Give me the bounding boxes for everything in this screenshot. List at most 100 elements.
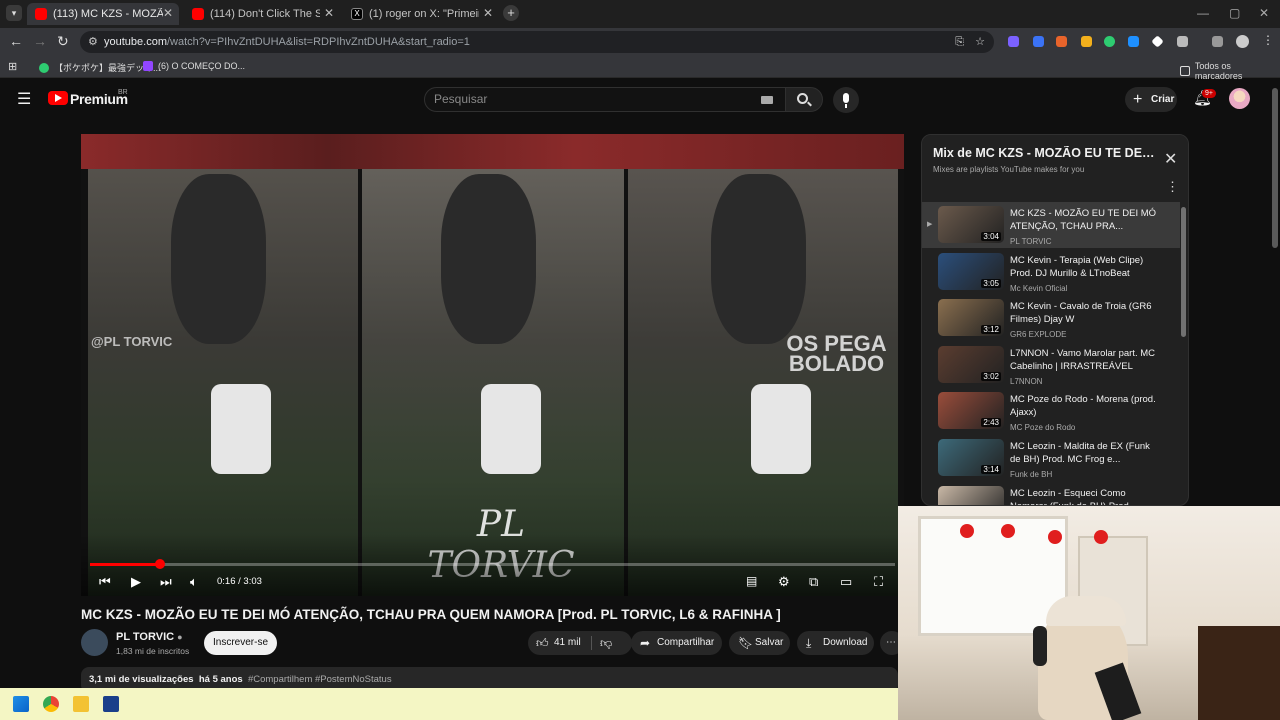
bookmark-star-icon[interactable]: ☆ bbox=[975, 31, 985, 53]
minimize-icon[interactable]: — bbox=[1197, 6, 1209, 20]
youtube-logo-icon[interactable] bbox=[48, 91, 68, 105]
playlist-scrollbar[interactable] bbox=[1181, 207, 1186, 337]
back-icon[interactable]: ← bbox=[9, 33, 23, 49]
settings-gear-icon[interactable]: ⚙ bbox=[778, 574, 790, 590]
fullscreen-icon[interactable]: ⛶ bbox=[874, 574, 883, 590]
playlist-item-title[interactable]: MC Poze do Rodo - Morena (prod. Ajaxx) bbox=[1010, 393, 1160, 419]
playlist-item-title[interactable]: MC Kevin - Cavalo de Troia (GR6 Filmes) … bbox=[1010, 300, 1160, 326]
extension-icon[interactable] bbox=[1056, 36, 1067, 47]
video-player[interactable]: @PL TORVIC OS PEGA BOLADO PL TORVIC ⏮ ▶ … bbox=[81, 134, 904, 596]
theater-mode-icon[interactable]: ▭ bbox=[840, 574, 852, 590]
windows-taskbar bbox=[0, 688, 898, 720]
like-count[interactable]: 41 mil bbox=[554, 637, 581, 648]
volume-icon[interactable]: 🔈︎ bbox=[190, 574, 198, 590]
extensions-puzzle-icon[interactable] bbox=[1177, 36, 1188, 47]
progress-scrubber[interactable] bbox=[155, 559, 166, 569]
chrome-menu-icon[interactable]: ⋮ bbox=[1262, 33, 1274, 47]
address-bar[interactable]: ⚙ youtube.com/watch?v=PIhvZntDUHA&list=R… bbox=[80, 31, 994, 53]
playlist-item-title[interactable]: MC KZS - MOZÃO EU TE DEI MÓ ATENÇÃO, TCH… bbox=[1010, 207, 1160, 233]
youtube-header: ☰ Premium BR Pesquisar + Criar 🔔︎ 9+ bbox=[0, 78, 1270, 120]
like-icon[interactable]: 👍︎ bbox=[536, 631, 549, 655]
duration-badge: 2:43 bbox=[981, 418, 1001, 428]
browser-tab[interactable]: (114) Don't Click The Sound ✕ bbox=[184, 3, 340, 25]
install-app-icon[interactable]: ⎘ bbox=[955, 31, 964, 53]
maximize-icon[interactable]: ▢ bbox=[1229, 6, 1240, 20]
playlist-item[interactable]: 3:05 MC Kevin - Terapia (Web Clipe) Prod.… bbox=[922, 249, 1180, 295]
search-input[interactable]: Pesquisar bbox=[424, 87, 786, 112]
subscribe-button[interactable]: Inscrever-se bbox=[204, 631, 277, 655]
forward-icon[interactable]: → bbox=[33, 33, 47, 49]
playlist-menu-icon[interactable]: ⋮ bbox=[1166, 179, 1179, 195]
dislike-icon[interactable]: 👎︎ bbox=[600, 631, 612, 655]
playlist-item[interactable]: 2:43 MC Poze do Rodo - Morena (prod. Ajax… bbox=[922, 388, 1180, 434]
playlist-item-title[interactable]: MC Kevin - Terapia (Web Clipe) Prod. DJ … bbox=[1010, 254, 1160, 280]
save-label: Salvar bbox=[755, 637, 784, 648]
playlist-item[interactable]: MC Leozin - Esqueci Como Namorar (Funk d… bbox=[922, 482, 1180, 505]
streamer-cap bbox=[1046, 596, 1126, 626]
playlist-item[interactable]: 3:02 L7NNON - Vamo Marolar part. MC Cabel… bbox=[922, 342, 1180, 388]
close-window-icon[interactable]: ✕ bbox=[1259, 6, 1269, 20]
playlist-item[interactable]: ▶ 3:04 MC KZS - MOZÃO EU TE DEI MÓ ATENÇÃO… bbox=[922, 202, 1180, 248]
channel-avatar[interactable] bbox=[81, 629, 108, 656]
profile-avatar[interactable] bbox=[1236, 35, 1249, 48]
save-button[interactable]: 🔖︎ Salvar bbox=[729, 631, 790, 655]
extension-icon[interactable] bbox=[1151, 35, 1164, 48]
video-thumbnail[interactable]: 3:14 bbox=[938, 439, 1004, 476]
close-playlist-icon[interactable]: ✕ bbox=[1164, 149, 1177, 169]
video-thumbnail[interactable]: 3:02 bbox=[938, 345, 1004, 383]
hashtags[interactable]: #Compartilhem #PostemNoStatus bbox=[248, 674, 392, 685]
channel-name[interactable]: PL TORVIC ● bbox=[116, 631, 183, 643]
keyboard-icon[interactable] bbox=[761, 96, 773, 104]
page-scrollbar[interactable] bbox=[1272, 88, 1278, 248]
file-explorer-icon[interactable] bbox=[73, 696, 89, 712]
playlist-item[interactable]: 3:14 MC Leozin - Maldita de EX (Funk de B… bbox=[922, 435, 1180, 481]
upload-age: há 5 anos bbox=[198, 674, 243, 685]
progress-bar[interactable] bbox=[90, 559, 895, 569]
user-avatar[interactable] bbox=[1229, 88, 1250, 109]
close-tab-icon[interactable]: ✕ bbox=[483, 6, 493, 20]
hamburger-menu-icon[interactable]: ☰ bbox=[17, 89, 31, 109]
apps-grid-icon[interactable]: ⊞ bbox=[8, 60, 17, 73]
close-tab-icon[interactable]: ✕ bbox=[324, 6, 334, 20]
create-button[interactable]: + Criar bbox=[1125, 87, 1177, 112]
reading-list-icon[interactable] bbox=[1212, 36, 1223, 47]
extension-icon[interactable] bbox=[1081, 36, 1092, 47]
play-icon[interactable]: ▶ bbox=[131, 574, 141, 590]
playlist-item-title[interactable]: L7NNON - Vamo Marolar part. MC Cabelinho… bbox=[1010, 347, 1160, 373]
playlist-item-title[interactable]: MC Leozin - Maldita de EX (Funk de BH) P… bbox=[1010, 440, 1160, 466]
playlist-item-title[interactable]: MC Leozin - Esqueci Como Namorar (Funk d… bbox=[1010, 487, 1160, 505]
share-button[interactable]: ➦ Compartilhar bbox=[631, 631, 722, 655]
miniplayer-icon[interactable]: ⧉ bbox=[809, 574, 818, 590]
create-label: Criar bbox=[1151, 94, 1175, 105]
playlist-item[interactable]: 3:12 MC Kevin - Cavalo de Troia (GR6 Film… bbox=[922, 295, 1180, 341]
bookmarks-bar: ⊞ 【ポケポケ】最強デッキ... (6) O COMEÇO DO... Todo… bbox=[0, 56, 1280, 81]
new-tab-button[interactable]: + bbox=[503, 5, 519, 21]
video-thumbnail[interactable]: 3:12 bbox=[938, 299, 1004, 337]
close-tab-icon[interactable]: ✕ bbox=[163, 6, 173, 20]
subtitles-icon[interactable]: ▤ bbox=[746, 574, 757, 588]
reload-icon[interactable]: ↻ bbox=[57, 33, 69, 50]
microphone-icon bbox=[843, 93, 849, 103]
site-info-icon[interactable]: ⚙ bbox=[88, 31, 98, 53]
extension-icon[interactable] bbox=[1104, 36, 1115, 47]
app-icon[interactable] bbox=[103, 696, 119, 712]
bookmark-item[interactable]: (6) O COMEÇO DO... bbox=[143, 61, 245, 71]
windows-start-icon[interactable] bbox=[13, 696, 29, 712]
extension-icon[interactable] bbox=[1128, 36, 1139, 47]
extension-icon[interactable] bbox=[1033, 36, 1044, 47]
next-icon[interactable]: ⏭ bbox=[160, 574, 172, 590]
browser-tab[interactable]: (113) MC KZS - MOZÃO EU TE I ✕ bbox=[27, 3, 179, 25]
extension-icon[interactable] bbox=[1008, 36, 1019, 47]
browser-tab[interactable]: X (1) roger on X: "Primeiro a Che ✕ bbox=[343, 3, 499, 25]
chrome-icon[interactable] bbox=[43, 696, 59, 712]
video-thumbnail[interactable]: 2:43 bbox=[938, 392, 1004, 430]
video-thumbnail[interactable] bbox=[938, 485, 1004, 505]
video-thumbnail[interactable]: 3:05 bbox=[938, 252, 1004, 290]
playlist-title[interactable]: Mix de MC KZS - MOZÃO EU TE DEI MÓ ATENÇ… bbox=[933, 146, 1155, 160]
video-thumbnail[interactable]: 3:04 bbox=[938, 206, 1004, 243]
tab-search-button[interactable]: ▾ bbox=[6, 5, 22, 21]
download-button[interactable]: ⤓ Download bbox=[797, 631, 874, 655]
previous-icon[interactable]: ⏮ bbox=[99, 574, 111, 590]
search-button[interactable] bbox=[785, 87, 823, 112]
voice-search-button[interactable] bbox=[833, 87, 859, 113]
